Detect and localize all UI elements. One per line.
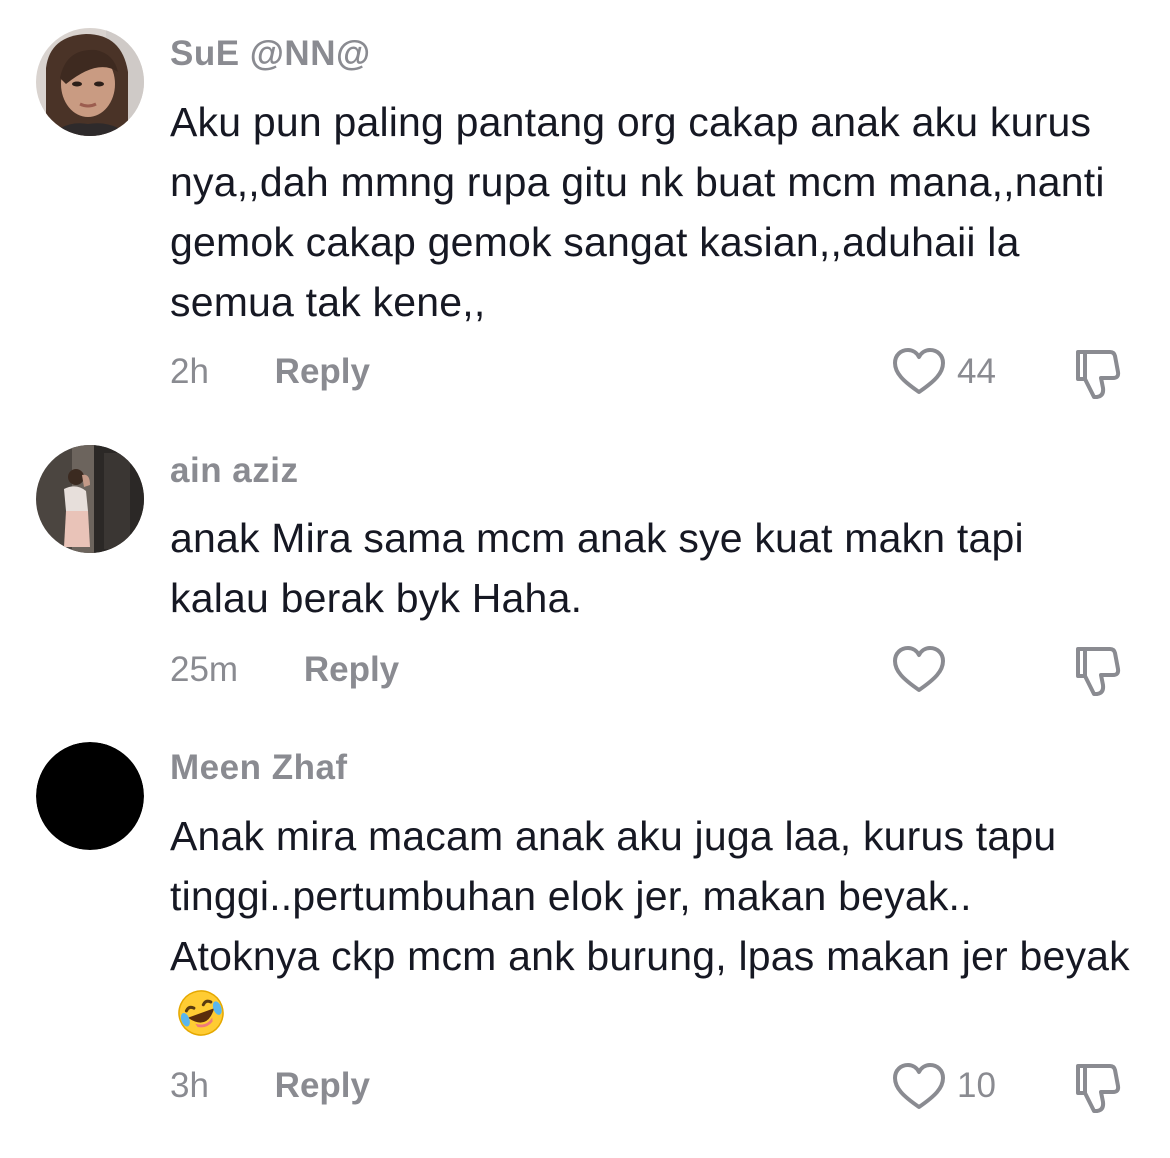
dislike-button[interactable] [1070, 346, 1126, 402]
like-count: 44 [957, 352, 996, 391]
heart-icon [893, 646, 945, 692]
comment-text-body: Anak mira macam anak aku juga laa, kurus… [170, 813, 1130, 979]
reply-button[interactable]: Reply [304, 650, 399, 690]
comment-time: 2h [170, 352, 209, 391]
username[interactable]: Meen Zhaf [170, 748, 348, 788]
like-button[interactable] [891, 347, 947, 397]
avatar[interactable] [36, 445, 144, 553]
like-button[interactable] [891, 1062, 947, 1112]
avatar[interactable] [36, 28, 144, 136]
comment-time: 25m [170, 650, 239, 689]
heart-icon [893, 1063, 945, 1109]
comment-text: Anak mira macam anak aku juga laa, kurus… [170, 806, 1130, 1046]
comment-time: 3h [170, 1066, 209, 1105]
username[interactable]: SuE @NN@ [170, 34, 371, 74]
like-count: 10 [957, 1066, 996, 1105]
comment-meta: 25m Reply [170, 650, 399, 690]
avatar-photo [36, 742, 144, 850]
like-button[interactable] [891, 645, 947, 695]
comment-meta: 2h Reply [170, 352, 370, 392]
thumbs-down-icon [1076, 1064, 1121, 1113]
username[interactable]: ain aziz [170, 451, 298, 491]
dislike-button[interactable] [1070, 1060, 1126, 1116]
thumbs-down-icon [1076, 350, 1121, 399]
rolling-on-the-floor-laughing-emoji [176, 988, 226, 1038]
thumbs-down-icon [1076, 647, 1121, 696]
avatar-photo [36, 28, 144, 136]
comment-meta: 3h Reply [170, 1066, 370, 1106]
avatar-photo [36, 445, 144, 553]
heart-icon [893, 348, 945, 394]
reply-button[interactable]: Reply [275, 1066, 370, 1106]
reply-button[interactable]: Reply [275, 352, 370, 392]
comment-text: anak Mira sama mcm anak sye kuat makn ta… [170, 515, 1024, 621]
avatar[interactable] [36, 742, 144, 850]
comment-text: Aku pun paling pantang org cakap anak ak… [170, 99, 1105, 325]
dislike-button[interactable] [1070, 643, 1126, 699]
